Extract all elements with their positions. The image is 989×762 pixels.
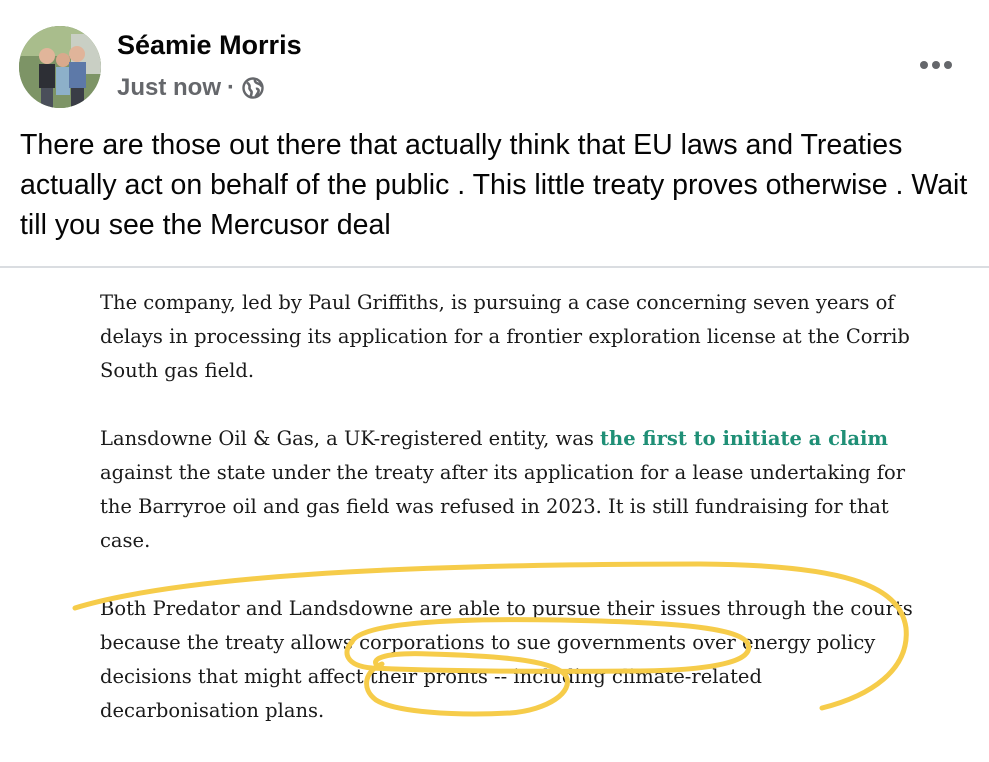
globe-icon[interactable] — [241, 76, 265, 100]
more-options-icon — [920, 61, 952, 69]
article-paragraph-2-end: against the state under the treaty after… — [100, 461, 906, 552]
author-avatar[interactable] — [19, 26, 101, 108]
shared-article-screenshot[interactable]: The company, led by Paul Griffiths, is p… — [0, 268, 989, 742]
meta-separator: · — [227, 74, 236, 101]
article-paragraph-2-start: Lansdowne Oil & Gas, a UK-registered ent… — [100, 427, 601, 450]
post-card: Séamie Morris Just now · There are those… — [0, 0, 989, 742]
article-link: the first to initiate a claim — [600, 427, 889, 450]
post-meta: Just now · — [117, 72, 265, 104]
article-paragraph-2: Lansdowne Oil & Gas, a UK-registered ent… — [100, 422, 920, 558]
article-paragraph-3: Both Predator and Landsdowne are able to… — [100, 597, 913, 722]
more-options-button[interactable] — [912, 52, 960, 78]
avatar-photo — [19, 26, 101, 108]
post-text: There are those out there that actually … — [20, 129, 968, 241]
article-paragraph-1: The company, led by Paul Griffiths, is p… — [100, 291, 910, 382]
author-name[interactable]: Séamie Morris — [117, 30, 302, 61]
post-timestamp[interactable]: Just now — [117, 74, 221, 102]
article-excerpt: The company, led by Paul Griffiths, is p… — [100, 286, 920, 762]
